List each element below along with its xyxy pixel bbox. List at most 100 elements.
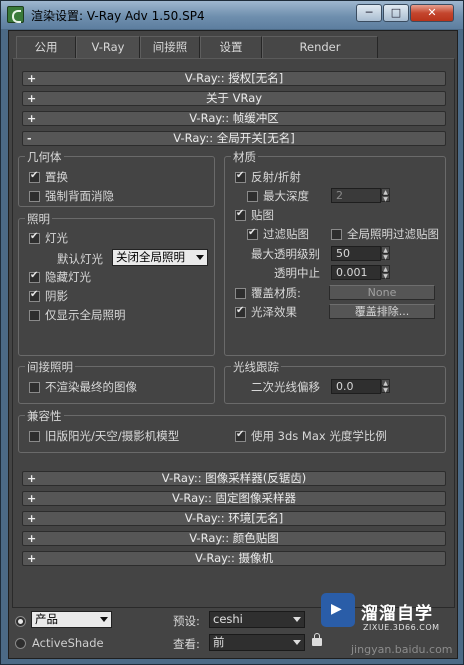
override-exclude-button[interactable]: 覆盖排除... xyxy=(329,304,435,319)
spinner-value[interactable]: 2 xyxy=(331,188,381,203)
rollout-label: 关于 VRay xyxy=(205,91,263,105)
preset-dropdown[interactable]: ceshi xyxy=(209,611,305,628)
expand-icon: + xyxy=(27,512,37,525)
rollout-frame-buffer[interactable]: + V-Ray:: 帧缓冲区 xyxy=(22,111,446,126)
checkbox-label: 灯光 xyxy=(45,231,68,245)
expand-icon: + xyxy=(27,92,37,105)
spinner-arrows[interactable]: ▲ ▼ xyxy=(381,188,390,203)
max-transparency-label: 最大透明级别 xyxy=(251,247,320,261)
glossy-effects-checkbox[interactable]: 光泽效果 xyxy=(235,304,297,320)
dont-render-final-checkbox[interactable]: 不渲染最终的图像 xyxy=(29,379,137,395)
materials-group: 材质 反射/折射 最大深度 2▲▼ 贴图 过滤贴图 全局照明过滤贴图 最大透明级… xyxy=(224,149,446,356)
lights-checkbox[interactable]: 灯光 xyxy=(29,230,68,246)
checkbox-label: 覆盖材质: xyxy=(251,286,301,300)
checkbox-icon xyxy=(29,170,40,183)
gi-filter-maps-checkbox[interactable]: 全局照明过滤贴图 xyxy=(331,226,439,242)
expand-icon: + xyxy=(27,72,37,85)
checkbox-icon xyxy=(29,231,40,244)
expand-icon: + xyxy=(27,492,37,505)
spinner-down-icon[interactable]: ▼ xyxy=(381,253,390,261)
checkbox-label: 置换 xyxy=(45,170,68,184)
displacement-checkbox[interactable]: 置换 xyxy=(29,169,68,185)
transparency-cutoff-spinner[interactable]: 0.001 ▲ ▼ xyxy=(331,265,390,280)
checkbox-icon xyxy=(247,190,258,202)
rollout-label: V-Ray:: 帧缓冲区 xyxy=(189,111,279,125)
rollout-color-mapping[interactable]: + V-Ray:: 颜色贴图 xyxy=(22,531,446,546)
window-title: 渲染设置: V-Ray Adv 1.50.SP4 xyxy=(31,9,205,23)
reflection-refraction-checkbox[interactable]: 反射/折射 xyxy=(235,169,301,185)
spinner-arrows[interactable]: ▲ ▼ xyxy=(381,379,390,394)
spinner-down-icon[interactable]: ▼ xyxy=(381,272,390,280)
rollout-label: V-Ray:: 固定图像采样器 xyxy=(171,491,296,505)
shadows-checkbox[interactable]: 阴影 xyxy=(29,288,68,304)
spinner-up-icon[interactable]: ▲ xyxy=(381,265,390,273)
max-depth-checkbox[interactable]: 最大深度 xyxy=(247,188,309,204)
checkbox-icon xyxy=(29,270,40,283)
show-gi-only-checkbox[interactable]: 仅显示全局照明 xyxy=(29,307,126,323)
checkbox-icon xyxy=(235,429,246,442)
spinner-arrows[interactable]: ▲ ▼ xyxy=(381,246,390,261)
tab-render-elements[interactable]: Render Elements xyxy=(262,36,378,74)
checkbox-label: 强制背面消隐 xyxy=(45,189,114,203)
maximize-button[interactable]: □ xyxy=(383,4,409,22)
vray-tab-pane: + V-Ray:: 授权[无名] + 关于 VRay + V-Ray:: 帧缓冲区 -… xyxy=(12,58,455,608)
default-lights-dropdown[interactable]: 关闭全局照明 xyxy=(112,249,208,266)
tab-common[interactable]: 公用 xyxy=(16,36,76,58)
max-depth-spinner[interactable]: 2 ▲ ▼ xyxy=(331,188,390,203)
rollout-image-sampler[interactable]: + V-Ray:: 图像采样器(反锯齿) xyxy=(22,471,446,486)
radio-icon xyxy=(15,637,26,649)
rollout-label: V-Ray:: 颜色贴图 xyxy=(189,531,279,545)
render-settings-window: 渲染设置: V-Ray Adv 1.50.SP4 ─ □ ✕ 公用 V-Ray … xyxy=(0,0,464,665)
force-backface-checkbox[interactable]: 强制背面消隐 xyxy=(29,188,114,204)
spinner-value[interactable]: 50 xyxy=(331,246,381,261)
tab-settings[interactable]: 设置 xyxy=(200,36,262,58)
rollout-camera[interactable]: + V-Ray:: 摄像机 xyxy=(22,551,446,566)
close-button[interactable]: ✕ xyxy=(410,4,454,22)
max-transparency-spinner[interactable]: 50 ▲ ▼ xyxy=(331,246,390,261)
group-title: 材质 xyxy=(231,149,258,165)
view-dropdown[interactable]: 前 xyxy=(209,634,305,651)
spinner-value[interactable]: 0.001 xyxy=(331,265,381,280)
dropdown-arrow-icon xyxy=(293,617,301,622)
collapse-icon: - xyxy=(27,132,32,145)
spinner-down-icon[interactable]: ▼ xyxy=(381,195,390,203)
preset-label: 预设: xyxy=(173,614,200,628)
checkbox-label: 过滤贴图 xyxy=(263,227,309,241)
legacy-sun-sky-camera-checkbox[interactable]: 旧版阳光/天空/摄影机模型 xyxy=(29,428,179,444)
spinner-up-icon[interactable]: ▲ xyxy=(381,246,390,254)
spinner-up-icon[interactable]: ▲ xyxy=(381,379,390,387)
spinner-value[interactable]: 0.0 xyxy=(331,379,381,394)
activeshade-mode-radio[interactable]: ActiveShade xyxy=(15,635,104,651)
secondary-ray-bias-spinner[interactable]: 0.0 ▲ ▼ xyxy=(331,379,390,394)
rollout-fixed-image-sampler[interactable]: + V-Ray:: 固定图像采样器 xyxy=(22,491,446,506)
spinner-arrows[interactable]: ▲ ▼ xyxy=(381,265,390,280)
rollout-authorization[interactable]: + V-Ray:: 授权[无名] xyxy=(22,71,446,86)
tab-indirect-illumination[interactable]: 间接照明 xyxy=(140,36,200,74)
rollout-about-vray[interactable]: + 关于 VRay xyxy=(22,91,446,106)
override-material-checkbox[interactable]: 覆盖材质: xyxy=(235,285,301,301)
hidden-lights-checkbox[interactable]: 隐藏灯光 xyxy=(29,269,91,285)
checkbox-label: 旧版阳光/天空/摄影机模型 xyxy=(45,429,180,443)
filter-maps-checkbox[interactable]: 过滤贴图 xyxy=(247,226,309,242)
view-label: 查看: xyxy=(173,637,200,651)
override-material-button[interactable]: None xyxy=(329,285,435,300)
dialog-client: 公用 V-Ray 间接照明 设置 Render Elements + V-Ray:… xyxy=(8,30,458,659)
use-3dsmax-photometric-scale-checkbox[interactable]: 使用 3ds Max 光度学比例 xyxy=(235,428,387,444)
rollout-global-switches[interactable]: - V-Ray:: 全局开关[无名] xyxy=(22,131,446,146)
maps-checkbox[interactable]: 贴图 xyxy=(235,207,274,223)
minimize-button[interactable]: ─ xyxy=(356,4,382,22)
tab-vray[interactable]: V-Ray xyxy=(76,36,140,58)
compatibility-group: 兼容性 旧版阳光/天空/摄影机模型 使用 3ds Max 光度学比例 xyxy=(18,408,446,453)
render-mode-dropdown[interactable]: 产品 xyxy=(31,611,112,628)
rollout-environment[interactable]: + V-Ray:: 环境[无名] xyxy=(22,511,446,526)
checkbox-icon xyxy=(29,430,40,442)
checkbox-label: 阴影 xyxy=(45,289,68,303)
dropdown-value: 关闭全局照明 xyxy=(116,250,185,264)
checkbox-label: 使用 3ds Max 光度学比例 xyxy=(251,429,387,443)
lock-icon[interactable] xyxy=(312,633,322,646)
dropdown-value: 产品 xyxy=(35,612,58,626)
spinner-down-icon[interactable]: ▼ xyxy=(381,386,390,394)
production-mode-radio[interactable] xyxy=(15,613,32,629)
spinner-up-icon[interactable]: ▲ xyxy=(381,188,390,196)
title-bar[interactable]: 渲染设置: V-Ray Adv 1.50.SP4 ─ □ ✕ xyxy=(1,1,463,29)
